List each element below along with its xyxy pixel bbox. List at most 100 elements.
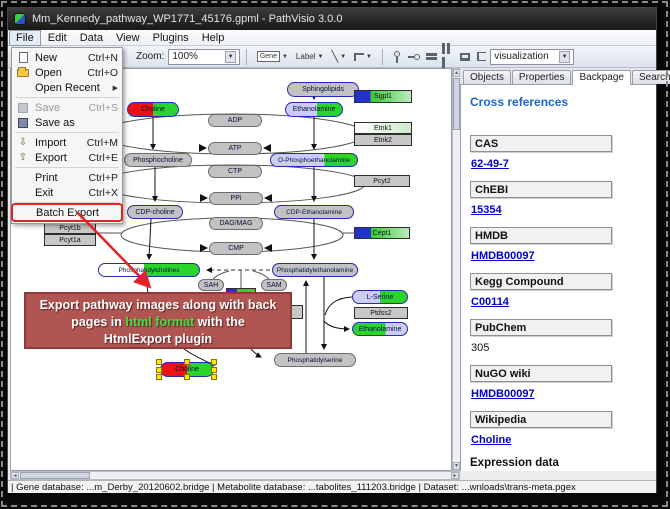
chevron-down-icon[interactable]: ▼	[340, 54, 346, 60]
selection-handle[interactable]	[156, 367, 162, 373]
xref-section-chebi: ChEBI 15354	[470, 181, 648, 216]
app-icon	[14, 13, 26, 25]
selection-handle[interactable]	[156, 359, 162, 365]
selection-handle[interactable]	[211, 374, 217, 380]
menu-view[interactable]: View	[110, 31, 146, 45]
vertical-scroll-thumb[interactable]	[453, 78, 460, 130]
title-bar[interactable]: Mm_Kennedy_pathway_WP1771_45176.gpml - P…	[8, 8, 656, 30]
file-menu-import[interactable]: ⇩ Import Ctrl+M	[12, 135, 122, 150]
chevron-down-icon[interactable]: ▼	[318, 54, 324, 60]
node-cdp-ethanolamine[interactable]: CDP-Ethanolamine	[274, 205, 354, 219]
file-menu-print[interactable]: Print Ctrl+P	[12, 170, 122, 185]
node-cdp-choline[interactable]: CDP-choline	[127, 205, 183, 219]
add-label-button[interactable]: Label ▼	[293, 48, 327, 66]
gene-node-etnk2[interactable]: Etnk2	[354, 134, 412, 146]
align-center-y-button[interactable]	[408, 48, 421, 65]
tab-backpage[interactable]: Backpage	[572, 70, 630, 85]
xref-link[interactable]: 62-49-7	[471, 158, 648, 170]
canvas-horizontal-scrollbar[interactable]: ◄ ►	[10, 471, 460, 480]
node-ethanolamine[interactable]: Ethanolamine	[285, 102, 343, 117]
menu-file[interactable]: File	[9, 30, 41, 46]
side-panel-tabs: Objects Properties Backpage Search Legen…	[460, 68, 656, 85]
file-menu-open-recent[interactable]: Open Recent ▶	[12, 80, 122, 95]
file-menu-exit[interactable]: Exit Ctrl+X	[12, 185, 122, 200]
file-menu-open[interactable]: Open Ctrl+O	[12, 65, 122, 80]
file-menu-save-as[interactable]: Save as	[12, 115, 122, 130]
common-height-button[interactable]	[425, 48, 438, 65]
zoom-value: 100%	[172, 51, 221, 62]
chevron-down-icon[interactable]: ▼	[282, 54, 288, 60]
connector-tool-button[interactable]: ▼	[351, 48, 375, 66]
selection-handle[interactable]	[211, 367, 217, 373]
scroll-right-icon[interactable]: ►	[451, 472, 459, 479]
file-menu-new[interactable]: New Ctrl+N	[12, 50, 122, 65]
node-choline[interactable]: Choline	[127, 102, 179, 117]
chevron-down-icon[interactable]: ▼	[366, 54, 372, 60]
node-o-phosphoethanolamine[interactable]: O-Phosphoethanolamine	[270, 153, 358, 167]
gene-node-ptdss2[interactable]: Ptdss2	[354, 307, 408, 319]
gene-node-sgpl1[interactable]: Sgpl1	[354, 90, 412, 103]
node-atp[interactable]: ATP	[208, 142, 262, 155]
node-phosphocholine[interactable]: Phosphocholine	[124, 153, 192, 167]
node-ppi[interactable]: PPi	[209, 192, 263, 205]
selection-handle[interactable]	[184, 374, 190, 380]
node-dag-mag[interactable]: DAG/MAG	[209, 217, 263, 230]
scroll-up-icon[interactable]: ▲	[453, 69, 460, 77]
selection-handle[interactable]	[211, 359, 217, 365]
menu-separator	[15, 132, 119, 133]
tab-properties[interactable]: Properties	[512, 70, 572, 84]
menu-data[interactable]: Data	[74, 31, 109, 45]
node-ethanolamine-bottom[interactable]: Ethanolamine	[352, 322, 408, 336]
align-center-x-button[interactable]	[391, 48, 404, 65]
export-icon: ⇧	[15, 152, 31, 164]
submenu-arrow-icon: ▶	[113, 84, 118, 92]
xref-link[interactable]: C00114	[471, 296, 648, 308]
node-adp[interactable]: ADP	[208, 114, 262, 127]
menu-plugins[interactable]: Plugins	[147, 31, 195, 45]
send-to-back-icon	[477, 52, 486, 61]
backpage-content[interactable]: Cross references CAS 62-49-7 ChEBI 15354…	[460, 85, 656, 471]
node-l-serine[interactable]: L-Serine	[352, 290, 408, 304]
file-menu-popup: New Ctrl+N Open Ctrl+O Open Recent ▶ Sav…	[11, 47, 123, 224]
xref-link[interactable]: Choline	[471, 434, 648, 446]
add-gene-button[interactable]: Gene ▼	[254, 48, 291, 66]
node-phosphatidylethanolamine[interactable]: Phosphatidylethanolamine	[272, 263, 358, 277]
xref-link[interactable]: HMDB00097	[471, 388, 648, 400]
node-phosphatidylcholines[interactable]: Phosphatidylcholines	[98, 263, 200, 277]
zoom-combobox[interactable]: 100% ▼	[168, 49, 240, 65]
expression-data-heading: Expression data	[470, 457, 648, 469]
selection-handle[interactable]	[156, 374, 162, 380]
gene-node-pcyt2[interactable]: Pcyt2	[354, 175, 410, 187]
node-sah[interactable]: SAH	[198, 279, 224, 291]
xref-link[interactable]: HMDB00097	[471, 250, 648, 262]
menu-edit[interactable]: Edit	[42, 31, 73, 45]
node-sam[interactable]: SAM	[261, 279, 287, 291]
selection-handle[interactable]	[184, 359, 190, 365]
xref-section-hmdb: HMDB HMDB00097	[470, 227, 648, 262]
gene-node-cept1[interactable]: Cept1	[354, 227, 410, 239]
line-tool-button[interactable]: ╲ ▼	[328, 48, 349, 66]
file-menu-export[interactable]: ⇧ Export Ctrl+E	[12, 150, 122, 165]
visualization-combobox[interactable]: visualization ▼	[490, 49, 574, 65]
gene-node-pcyt1a[interactable]: Pcyt1a	[44, 234, 96, 246]
common-width-button[interactable]	[441, 48, 454, 65]
file-menu-batch-export[interactable]: Batch Export	[13, 205, 121, 220]
send-to-back-button[interactable]	[475, 48, 488, 65]
node-phosphatidylserine[interactable]: Phosphatidylserine	[274, 353, 356, 367]
gene-node-etnk1[interactable]: Etnk1	[354, 122, 412, 134]
bring-to-front-button[interactable]	[458, 48, 471, 65]
scroll-down-icon[interactable]: ▼	[453, 462, 460, 470]
chevron-down-icon[interactable]: ▼	[559, 51, 570, 63]
chevron-down-icon[interactable]: ▼	[225, 51, 236, 63]
file-menu-save[interactable]: Save Ctrl+S	[12, 100, 122, 115]
horizontal-scroll-thumb[interactable]	[20, 472, 90, 479]
menu-help[interactable]: Help	[196, 31, 231, 45]
tab-search[interactable]: Search	[632, 70, 670, 84]
xref-section-pubchem: PubChem 305	[470, 319, 648, 354]
node-sphingolipids[interactable]: Sphingolipids	[287, 82, 359, 97]
node-ctp[interactable]: CTP	[208, 165, 262, 178]
node-cmp[interactable]: CMP	[209, 242, 263, 255]
xref-link[interactable]: 15354	[471, 204, 648, 216]
tab-objects[interactable]: Objects	[463, 70, 511, 84]
scroll-left-icon[interactable]: ◄	[11, 472, 19, 479]
